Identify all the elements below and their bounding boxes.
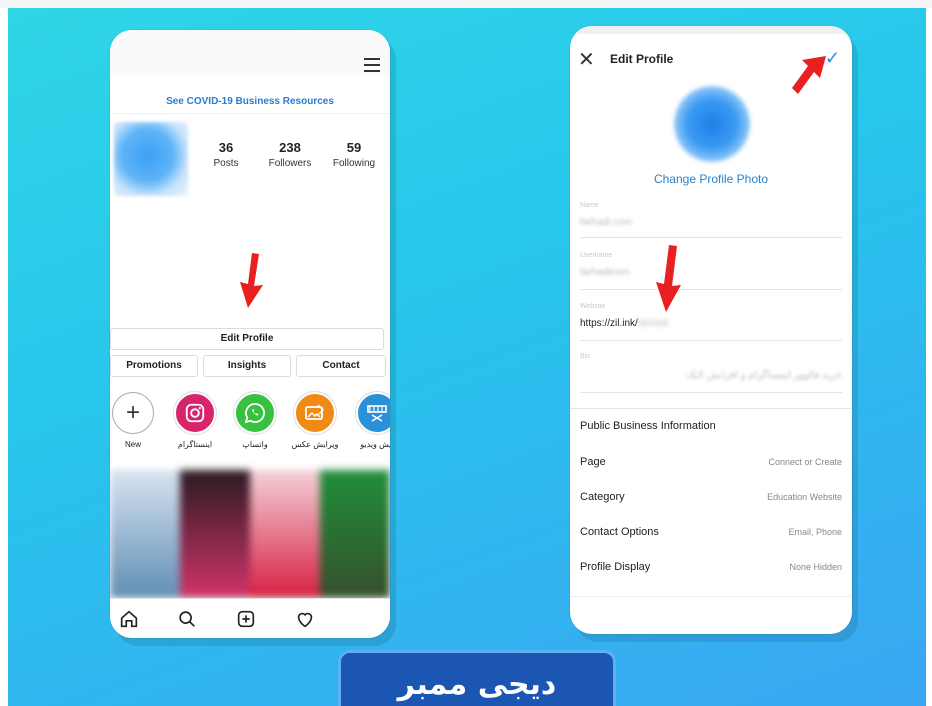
whatsapp-icon (234, 392, 276, 434)
bio-label: Bio (580, 353, 591, 360)
edit-profile-phone: ✕ Edit Profile ✓ Change Profile Photo Na… (570, 26, 852, 634)
followers-count: 238 (279, 140, 301, 155)
page-row[interactable]: Page Connect or Create (580, 456, 842, 476)
post-thumb[interactable] (180, 470, 250, 598)
plus-icon: + (112, 392, 154, 434)
top-border (0, 0, 932, 8)
red-arrow-confirm (792, 56, 826, 94)
followers-label: Followers (268, 158, 312, 169)
posts-grid[interactable] (110, 470, 390, 598)
highlight-label: ویرایش عکس (291, 440, 339, 449)
background-stage: See COVID-19 Business Resources 36 Posts… (8, 8, 926, 706)
highlight-label: واتساپ (242, 440, 268, 449)
username-label: Username (580, 252, 613, 259)
website-label: Website (580, 303, 606, 310)
highlight-new[interactable]: + New (110, 392, 162, 449)
section-divider (570, 408, 852, 409)
search-icon[interactable] (176, 608, 198, 630)
website-value: https://zil.ink/farhadi (580, 318, 842, 329)
post-thumb[interactable] (250, 470, 320, 598)
profile-phone: See COVID-19 Business Resources 36 Posts… (110, 30, 390, 638)
row-value: None Hidden (789, 562, 842, 572)
red-arrow-edit-profile (240, 253, 263, 308)
status-strip (570, 26, 852, 34)
highlight-label: New (124, 440, 141, 449)
posts-label: Posts (213, 158, 239, 169)
profile-photo[interactable] (674, 86, 750, 162)
stat-following[interactable]: 59 Following (324, 140, 384, 169)
brand-banner: دیجی ممبر (338, 650, 616, 706)
username-field[interactable]: Username farhadicom (580, 252, 842, 290)
stat-posts[interactable]: 36 Posts (196, 140, 256, 169)
video-edit-icon (356, 392, 390, 434)
add-post-icon[interactable] (235, 608, 257, 630)
following-count: 59 (346, 140, 362, 155)
hamburger-menu-icon[interactable] (364, 58, 380, 72)
highlight-whatsapp[interactable]: واتساپ (226, 392, 284, 449)
website-url: https://zil.ink/ (580, 318, 638, 329)
highlight-video-edit[interactable]: ایش ویدیو (348, 392, 390, 449)
post-thumb[interactable] (320, 470, 390, 598)
category-row[interactable]: Category Education Website (580, 491, 842, 511)
name-value: farhadi.com (580, 217, 633, 228)
promotions-button[interactable]: Promotions (110, 355, 198, 377)
name-label: Name (580, 202, 599, 209)
highlight-label: ایش ویدیو (360, 440, 390, 449)
public-business-info-heading: Public Business Information (580, 420, 716, 432)
row-label: Category (580, 491, 625, 503)
bottom-nav (110, 598, 390, 638)
red-arrow-website (656, 245, 681, 312)
username-value: farhadicom (580, 267, 630, 278)
bio-value: خرید فالوور اینستاگرام و افزایش لایک (686, 370, 842, 381)
edit-profile-button[interactable]: Edit Profile (110, 328, 384, 350)
highlight-label: اینستاگرام (177, 440, 213, 449)
website-field[interactable]: Website https://zil.ink/farhadi (580, 303, 842, 341)
following-label: Following (332, 158, 376, 169)
insights-button[interactable]: Insights (203, 355, 291, 377)
contact-options-row[interactable]: Contact Options Email, Phone (580, 526, 842, 546)
bio-field[interactable]: Bio خرید فالوور اینستاگرام و افزایش لایک (580, 353, 842, 393)
bottom-divider (570, 596, 852, 597)
story-highlights: + New اینستاگرام واتساپ ویرایش عکس ش وید… (110, 392, 390, 462)
home-icon[interactable] (118, 608, 140, 630)
row-value: Connect or Create (768, 457, 842, 467)
close-icon[interactable]: ✕ (578, 50, 595, 70)
website-blurred-part: farhadi (637, 318, 669, 329)
photo-edit-icon (294, 392, 336, 434)
profile-header (110, 30, 390, 76)
heart-icon[interactable] (294, 608, 316, 630)
row-value: Education Website (767, 492, 842, 502)
profile-display-row[interactable]: Profile Display None Hidden (580, 561, 842, 581)
highlight-photo-edit[interactable]: ویرایش عکس (286, 392, 344, 449)
row-label: Profile Display (580, 561, 651, 573)
change-profile-photo-link[interactable]: Change Profile Photo (570, 172, 852, 186)
instagram-icon (174, 392, 216, 434)
stat-followers[interactable]: 238 Followers (260, 140, 320, 169)
post-thumb[interactable] (110, 470, 180, 598)
profile-avatar[interactable] (114, 122, 188, 196)
name-field[interactable]: Name farhadi.com (580, 202, 842, 238)
posts-count: 36 (218, 140, 234, 155)
covid-resources-link[interactable]: See COVID-19 Business Resources (110, 90, 390, 114)
row-label: Contact Options (580, 526, 659, 538)
highlight-instagram[interactable]: اینستاگرام (166, 392, 224, 449)
row-value: Email, Phone (788, 527, 842, 537)
edit-profile-title: Edit Profile (610, 52, 674, 66)
contact-button[interactable]: Contact (296, 355, 386, 377)
row-label: Page (580, 456, 606, 468)
